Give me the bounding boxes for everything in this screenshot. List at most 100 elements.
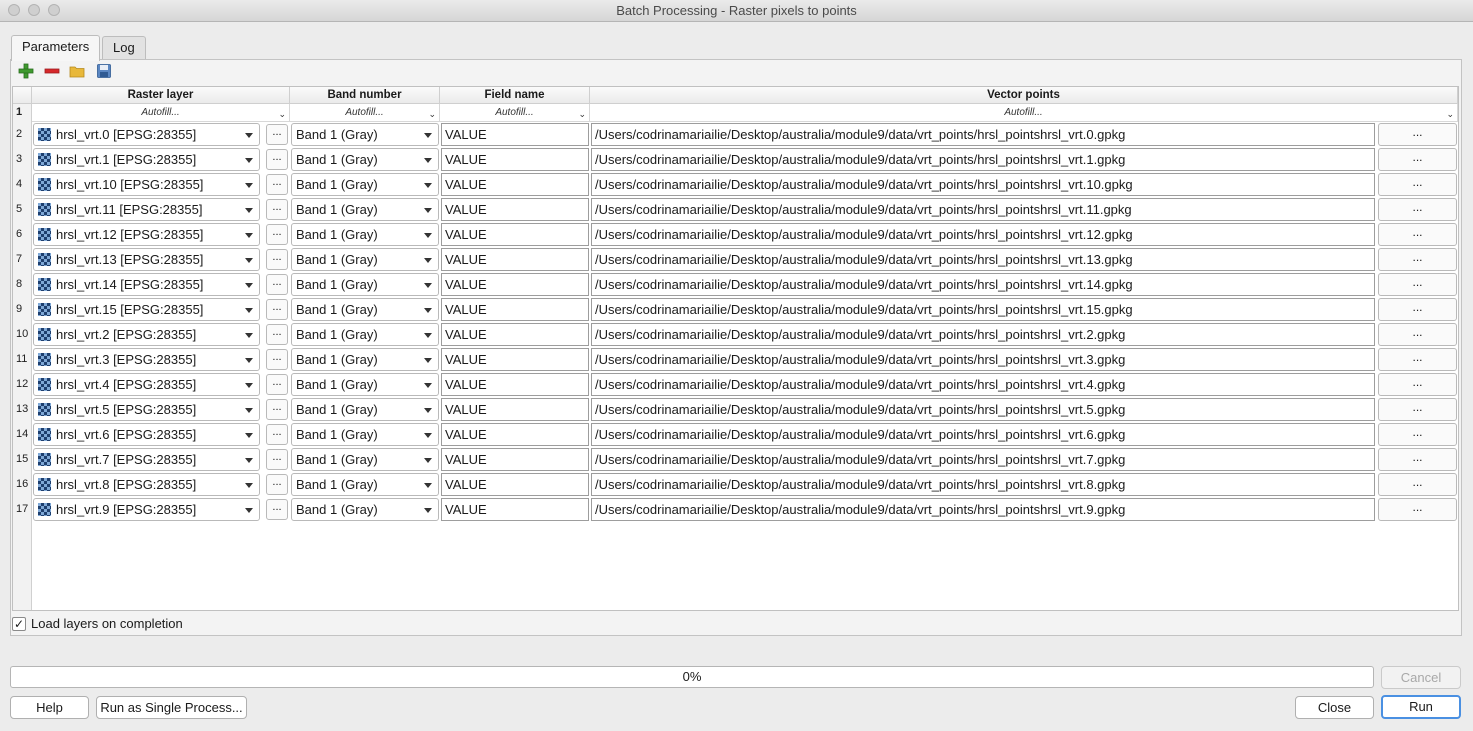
raster-layer-combo[interactable]: hrsl_vrt.9 [EPSG:28355] — [33, 498, 260, 521]
raster-layer-combo[interactable]: hrsl_vrt.15 [EPSG:28355] — [33, 298, 260, 321]
band-number-combo[interactable]: Band 1 (Gray) — [291, 323, 439, 346]
vector-points-browse-button[interactable]: ... — [1378, 148, 1457, 171]
band-number-combo[interactable]: Band 1 (Gray) — [291, 448, 439, 471]
band-number-combo[interactable]: Band 1 (Gray) — [291, 123, 439, 146]
raster-layer-combo[interactable]: hrsl_vrt.1 [EPSG:28355] — [33, 148, 260, 171]
vector-points-input[interactable]: /Users/codrinamariailie/Desktop/australi… — [591, 323, 1375, 346]
band-number-combo[interactable]: Band 1 (Gray) — [291, 423, 439, 446]
vector-points-input[interactable]: /Users/codrinamariailie/Desktop/australi… — [591, 423, 1375, 446]
autofill-raster-layer[interactable]: Autofill... ⌄ — [32, 104, 290, 122]
raster-layer-combo[interactable]: hrsl_vrt.10 [EPSG:28355] — [33, 173, 260, 196]
vector-points-input[interactable]: /Users/codrinamariailie/Desktop/australi… — [591, 248, 1375, 271]
header-vector-points[interactable]: Vector points — [590, 87, 1458, 104]
band-number-combo[interactable]: Band 1 (Gray) — [291, 498, 439, 521]
close-button[interactable]: Close — [1295, 696, 1374, 719]
raster-layer-combo[interactable]: hrsl_vrt.12 [EPSG:28355] — [33, 223, 260, 246]
raster-layer-browse-button[interactable]: ... — [266, 449, 288, 470]
vector-points-browse-button[interactable]: ... — [1378, 398, 1457, 421]
vector-points-browse-button[interactable]: ... — [1378, 448, 1457, 471]
add-row-icon[interactable] — [18, 63, 34, 79]
field-name-input[interactable]: VALUE — [441, 373, 589, 396]
raster-layer-browse-button[interactable]: ... — [266, 299, 288, 320]
field-name-input[interactable]: VALUE — [441, 398, 589, 421]
field-name-input[interactable]: VALUE — [441, 173, 589, 196]
raster-layer-browse-button[interactable]: ... — [266, 474, 288, 495]
autofill-field-name[interactable]: Autofill... ⌄ — [440, 104, 590, 122]
vector-points-input[interactable]: /Users/codrinamariailie/Desktop/australi… — [591, 148, 1375, 171]
vector-points-input[interactable]: /Users/codrinamariailie/Desktop/australi… — [591, 398, 1375, 421]
header-band-number[interactable]: Band number — [290, 87, 440, 104]
band-number-combo[interactable]: Band 1 (Gray) — [291, 273, 439, 296]
raster-layer-combo[interactable]: hrsl_vrt.11 [EPSG:28355] — [33, 198, 260, 221]
band-number-combo[interactable]: Band 1 (Gray) — [291, 348, 439, 371]
field-name-input[interactable]: VALUE — [441, 273, 589, 296]
vector-points-browse-button[interactable]: ... — [1378, 273, 1457, 296]
field-name-input[interactable]: VALUE — [441, 123, 589, 146]
open-icon[interactable] — [69, 63, 85, 79]
band-number-combo[interactable]: Band 1 (Gray) — [291, 223, 439, 246]
raster-layer-browse-button[interactable]: ... — [266, 249, 288, 270]
vector-points-input[interactable]: /Users/codrinamariailie/Desktop/australi… — [591, 348, 1375, 371]
band-number-combo[interactable]: Band 1 (Gray) — [291, 248, 439, 271]
raster-layer-combo[interactable]: hrsl_vrt.8 [EPSG:28355] — [33, 473, 260, 496]
vector-points-browse-button[interactable]: ... — [1378, 123, 1457, 146]
vector-points-input[interactable]: /Users/codrinamariailie/Desktop/australi… — [591, 123, 1375, 146]
autofill-band-number[interactable]: Autofill... ⌄ — [290, 104, 440, 122]
raster-layer-browse-button[interactable]: ... — [266, 324, 288, 345]
vector-points-input[interactable]: /Users/codrinamariailie/Desktop/australi… — [591, 223, 1375, 246]
raster-layer-combo[interactable]: hrsl_vrt.7 [EPSG:28355] — [33, 448, 260, 471]
run-single-process-button[interactable]: Run as Single Process... — [96, 696, 247, 719]
raster-layer-browse-button[interactable]: ... — [266, 274, 288, 295]
field-name-input[interactable]: VALUE — [441, 248, 589, 271]
raster-layer-combo[interactable]: hrsl_vrt.14 [EPSG:28355] — [33, 273, 260, 296]
vector-points-browse-button[interactable]: ... — [1378, 473, 1457, 496]
tab-parameters[interactable]: Parameters — [11, 35, 101, 61]
vector-points-input[interactable]: /Users/codrinamariailie/Desktop/australi… — [591, 448, 1375, 471]
field-name-input[interactable]: VALUE — [441, 298, 589, 321]
vector-points-browse-button[interactable]: ... — [1378, 498, 1457, 521]
raster-layer-combo[interactable]: hrsl_vrt.5 [EPSG:28355] — [33, 398, 260, 421]
band-number-combo[interactable]: Band 1 (Gray) — [291, 173, 439, 196]
header-raster-layer[interactable]: Raster layer — [32, 87, 290, 104]
vector-points-input[interactable]: /Users/codrinamariailie/Desktop/australi… — [591, 198, 1375, 221]
vector-points-browse-button[interactable]: ... — [1378, 248, 1457, 271]
field-name-input[interactable]: VALUE — [441, 448, 589, 471]
field-name-input[interactable]: VALUE — [441, 498, 589, 521]
vector-points-input[interactable]: /Users/codrinamariailie/Desktop/australi… — [591, 498, 1375, 521]
vector-points-browse-button[interactable]: ... — [1378, 298, 1457, 321]
field-name-input[interactable]: VALUE — [441, 348, 589, 371]
cancel-button[interactable]: Cancel — [1381, 666, 1461, 689]
vector-points-browse-button[interactable]: ... — [1378, 348, 1457, 371]
vector-points-browse-button[interactable]: ... — [1378, 173, 1457, 196]
raster-layer-combo[interactable]: hrsl_vrt.4 [EPSG:28355] — [33, 373, 260, 396]
field-name-input[interactable]: VALUE — [441, 473, 589, 496]
vector-points-input[interactable]: /Users/codrinamariailie/Desktop/australi… — [591, 173, 1375, 196]
raster-layer-browse-button[interactable]: ... — [266, 224, 288, 245]
band-number-combo[interactable]: Band 1 (Gray) — [291, 148, 439, 171]
field-name-input[interactable]: VALUE — [441, 323, 589, 346]
vector-points-input[interactable]: /Users/codrinamariailie/Desktop/australi… — [591, 373, 1375, 396]
header-field-name[interactable]: Field name — [440, 87, 590, 104]
vector-points-input[interactable]: /Users/codrinamariailie/Desktop/australi… — [591, 273, 1375, 296]
vector-points-browse-button[interactable]: ... — [1378, 323, 1457, 346]
tab-log[interactable]: Log — [102, 36, 146, 61]
save-icon[interactable] — [96, 63, 112, 79]
vector-points-input[interactable]: /Users/codrinamariailie/Desktop/australi… — [591, 473, 1375, 496]
band-number-combo[interactable]: Band 1 (Gray) — [291, 298, 439, 321]
raster-layer-browse-button[interactable]: ... — [266, 149, 288, 170]
band-number-combo[interactable]: Band 1 (Gray) — [291, 473, 439, 496]
autofill-vector-points[interactable]: Autofill... ⌄ — [590, 104, 1458, 122]
band-number-combo[interactable]: Band 1 (Gray) — [291, 373, 439, 396]
field-name-input[interactable]: VALUE — [441, 423, 589, 446]
field-name-input[interactable]: VALUE — [441, 223, 589, 246]
raster-layer-browse-button[interactable]: ... — [266, 499, 288, 520]
raster-layer-combo[interactable]: hrsl_vrt.3 [EPSG:28355] — [33, 348, 260, 371]
vector-points-input[interactable]: /Users/codrinamariailie/Desktop/australi… — [591, 298, 1375, 321]
vector-points-browse-button[interactable]: ... — [1378, 198, 1457, 221]
raster-layer-combo[interactable]: hrsl_vrt.6 [EPSG:28355] — [33, 423, 260, 446]
raster-layer-browse-button[interactable]: ... — [266, 124, 288, 145]
raster-layer-browse-button[interactable]: ... — [266, 399, 288, 420]
help-button[interactable]: Help — [10, 696, 89, 719]
raster-layer-browse-button[interactable]: ... — [266, 174, 288, 195]
raster-layer-browse-button[interactable]: ... — [266, 424, 288, 445]
